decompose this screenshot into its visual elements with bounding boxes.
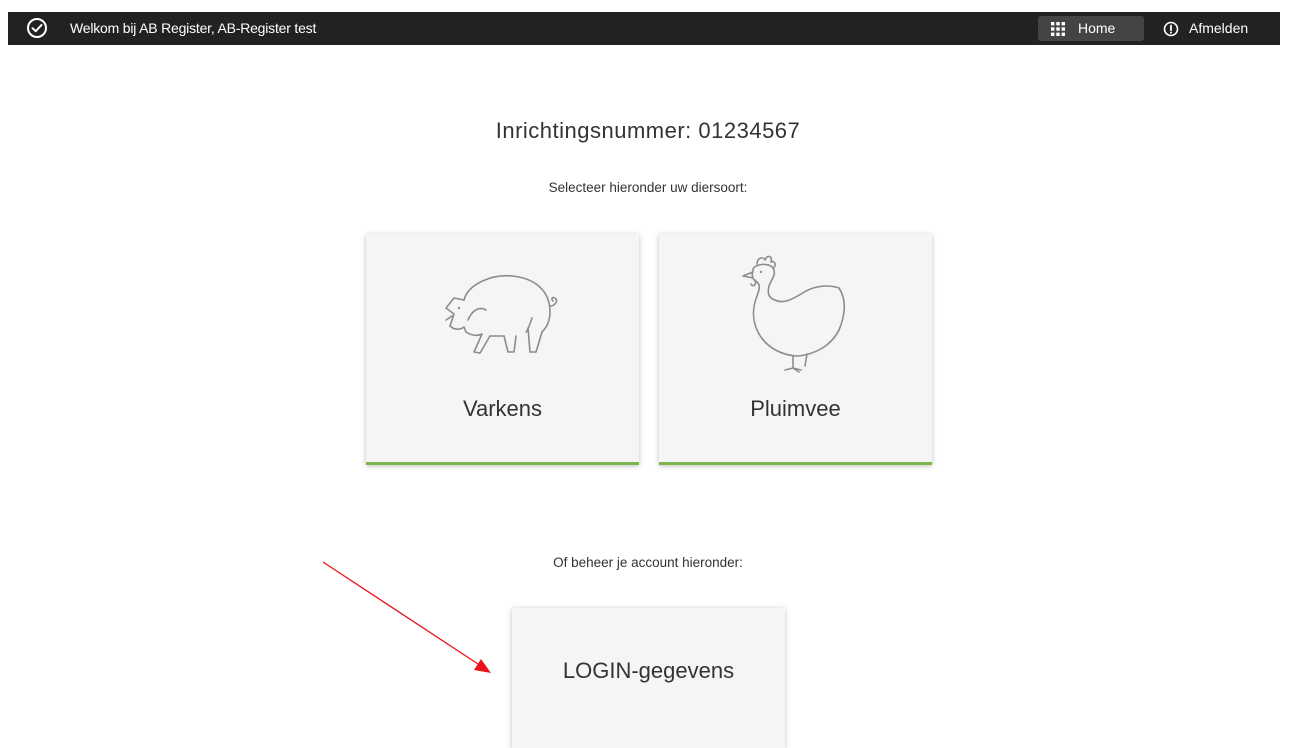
- top-navigation-bar: Welkom bij AB Register, AB-Register test…: [8, 12, 1280, 45]
- check-circle-icon: [27, 18, 47, 38]
- account-prompt: Of beheer je account hieronder:: [553, 555, 743, 570]
- pig-icon: [445, 275, 558, 354]
- chicken-icon: [742, 255, 846, 373]
- power-info-icon: [1163, 21, 1179, 37]
- page-title: Inrichtingsnummer: 01234567: [495, 118, 801, 143]
- species-prompt: Selecteer hieronder uw diersoort:: [548, 180, 748, 195]
- species-card-label: Pluimvee: [750, 396, 841, 421]
- species-card-pluimvee[interactable]: Pluimvee: [659, 234, 932, 465]
- home-button-label: Home: [1078, 20, 1116, 36]
- home-button[interactable]: Home: [1038, 16, 1144, 41]
- welcome-text: Welkom bij AB Register, AB-Register test: [70, 20, 317, 36]
- species-card-varkens[interactable]: Varkens: [366, 234, 639, 465]
- login-details-card[interactable]: LOGIN-gegevens: [512, 608, 785, 748]
- login-details-label: LOGIN-gegevens: [562, 658, 735, 683]
- species-card-label: Varkens: [462, 396, 543, 421]
- logout-label: Afmelden: [1189, 20, 1249, 36]
- apps-grid-icon: [1051, 22, 1065, 36]
